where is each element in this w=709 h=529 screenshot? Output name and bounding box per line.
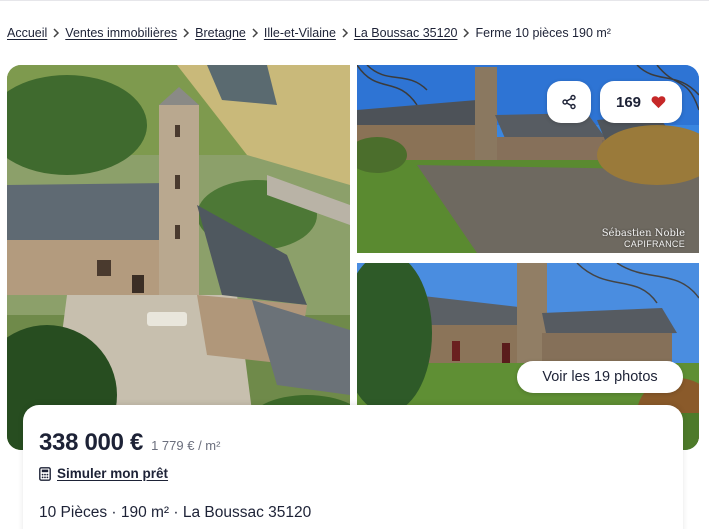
main-photo[interactable] [7, 65, 350, 450]
price-per-m2: 1 779 € / m² [151, 438, 221, 453]
breadcrumb-link-city[interactable]: La Boussac 35120 [354, 26, 458, 40]
breadcrumb-link-ventes[interactable]: Ventes immobilières [65, 26, 177, 40]
simulate-loan-link[interactable]: Simuler mon prêt [39, 466, 168, 481]
chevron-right-icon [246, 28, 264, 38]
share-icon [562, 94, 576, 110]
top-divider [0, 0, 709, 1]
calculator-icon [39, 466, 51, 481]
favorites-count: 169 [615, 93, 642, 111]
simulate-loan-label: Simuler mon prêt [57, 466, 169, 481]
heart-icon [651, 96, 666, 109]
share-button[interactable] [547, 81, 591, 123]
breadcrumb: Accueil Ventes immobilières Bretagne Ill… [7, 24, 611, 42]
breadcrumb-link-region[interactable]: Bretagne [195, 26, 246, 40]
breadcrumb-link-department[interactable]: Ille-et-Vilaine [264, 26, 336, 40]
listing-price: 338 000 € [39, 429, 144, 456]
watermark-signature: Sébastien Noble [601, 228, 685, 239]
chevron-right-icon [47, 28, 65, 38]
photo-watermark: Sébastien Noble CAPIFRANCE [602, 228, 685, 250]
listing-summary: 10 Pièces · 190 m² · La Boussac 35120 [39, 504, 312, 521]
breadcrumb-current: Ferme 10 pièces 190 m² [475, 26, 611, 40]
watermark-agency: CAPIFRANCE [623, 239, 685, 249]
chevron-right-icon [336, 28, 354, 38]
chevron-right-icon [177, 28, 195, 38]
breadcrumb-link-accueil[interactable]: Accueil [7, 26, 47, 40]
favorite-button[interactable]: 169 [600, 81, 682, 123]
price-row: 338 000 € 1 779 € / m² [39, 429, 220, 457]
chevron-right-icon [457, 28, 475, 38]
listing-info-card: 338 000 € 1 779 € / m² Simuler mon prêt … [23, 405, 683, 529]
see-all-photos-button[interactable]: Voir les 19 photos [517, 361, 683, 393]
